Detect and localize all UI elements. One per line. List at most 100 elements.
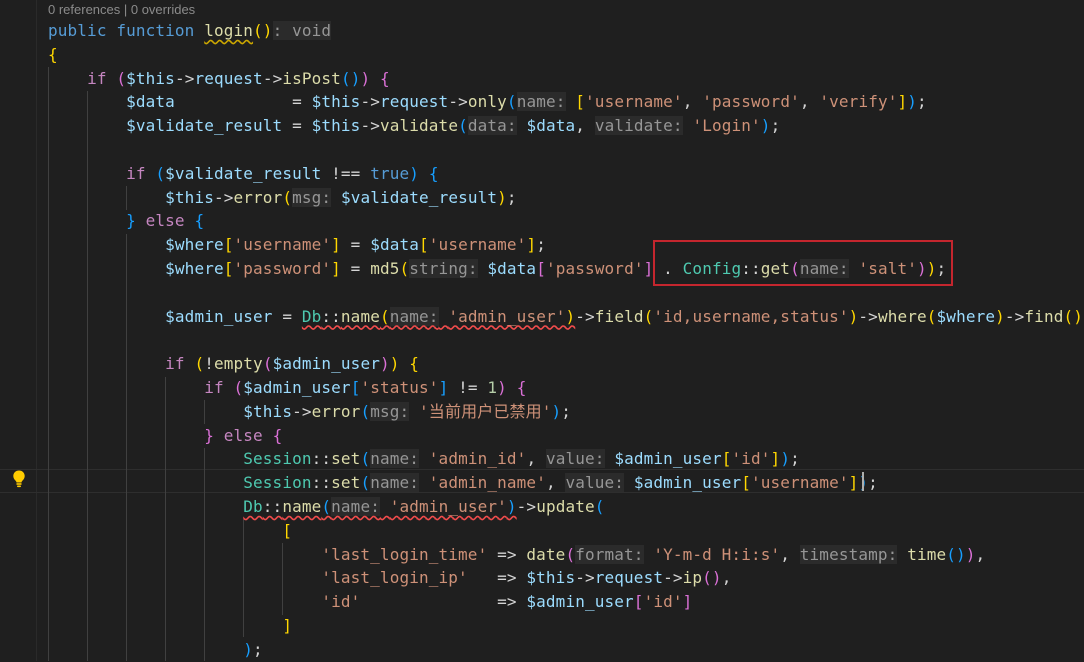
code-line[interactable]: if ($this->request->isPost()) { xyxy=(48,67,390,91)
code-token: ] xyxy=(848,473,859,493)
code-line[interactable]: 'last_login_ip' => $this->request->ip(), xyxy=(48,566,731,590)
code-token: -> xyxy=(575,568,595,588)
code-token: if xyxy=(87,68,117,88)
code-token: ) xyxy=(995,306,1005,326)
code-token: $validate_result xyxy=(340,187,498,207)
code-line[interactable]: ); xyxy=(48,638,263,662)
code-token: ) xyxy=(780,449,791,469)
code-token: error xyxy=(311,401,361,421)
code-token: request xyxy=(194,68,263,88)
lightbulb-icon[interactable] xyxy=(11,469,27,489)
code-line[interactable]: } else { xyxy=(48,424,282,448)
code-line[interactable]: if ($admin_user['status'] != 1) { xyxy=(48,376,526,400)
code-token: $data xyxy=(487,259,537,278)
code-token: ip xyxy=(682,568,703,588)
code-token: ! xyxy=(204,354,214,374)
code-line[interactable]: $where['username'] = $data['username']; xyxy=(48,233,546,257)
code-token: $validate_result xyxy=(126,116,283,136)
code-token: ( xyxy=(399,259,410,278)
code-token: date xyxy=(526,544,566,564)
code-line[interactable]: 'last_login_time' => date(format: 'Y-m-d… xyxy=(48,543,985,567)
code-token: ( xyxy=(360,401,371,421)
code-token: ; xyxy=(536,235,546,255)
code-line[interactable]: [ xyxy=(48,519,292,543)
code-token: => xyxy=(487,544,527,564)
code-line[interactable]: $this->error(msg: $validate_result); xyxy=(48,186,517,210)
code-token: ; xyxy=(253,639,263,659)
code-token: ] xyxy=(682,592,693,612)
code-token: 'username' xyxy=(428,235,527,255)
code-token: = xyxy=(340,259,371,278)
code-token: $admin_user xyxy=(614,449,722,469)
code-token: 'Login' xyxy=(692,116,761,136)
code-token: 'verify' xyxy=(819,92,898,112)
code-token: ( xyxy=(643,306,654,326)
code-token: ( xyxy=(565,544,576,564)
code-token: 1 xyxy=(487,378,498,397)
code-line[interactable]: $admin_user = Db::name(name: 'admin_user… xyxy=(48,305,1084,329)
code-line[interactable]: $validate_result = $this->validate(data:… xyxy=(48,114,780,138)
code-token: public xyxy=(48,21,117,40)
code-token: ] xyxy=(331,259,341,278)
code-token: ] xyxy=(770,449,781,469)
code-token: 'admin_user' xyxy=(448,306,566,326)
code-line[interactable]: $this->error(msg: '当前用户已禁用'); xyxy=(48,400,571,424)
code-line[interactable]: { xyxy=(48,43,58,67)
code-token: else xyxy=(223,425,273,445)
code-token: $this xyxy=(243,401,293,421)
code-token: , xyxy=(682,92,703,112)
code-line[interactable]: Db::name(name: 'admin_user')->update( xyxy=(48,495,605,519)
code-token: Db xyxy=(243,497,263,516)
code-token: 'admin_user' xyxy=(389,497,507,516)
code-line[interactable]: Session::set(name: 'admin_id', value: $a… xyxy=(48,447,800,471)
code-token: if xyxy=(165,354,195,374)
code-line[interactable]: $data = $this->request->only(name: ['use… xyxy=(48,90,927,114)
code-token: $this xyxy=(311,92,361,112)
code-token: -> xyxy=(262,68,283,88)
code-line[interactable]: public function login(): void xyxy=(48,19,332,43)
code-token: true xyxy=(370,163,410,183)
code-line[interactable]: if ($validate_result !== true) { xyxy=(48,162,439,186)
code-line[interactable]: 'id' => $admin_user['id'] xyxy=(48,590,692,614)
code-token: , xyxy=(799,92,820,112)
code-token: [ xyxy=(223,259,234,278)
code-token: => xyxy=(467,568,527,588)
code-token: = xyxy=(282,116,312,136)
code-token: 'password' xyxy=(545,259,644,278)
code-token: [ xyxy=(633,592,644,612)
code-token: else xyxy=(145,211,195,231)
code-token: ( xyxy=(233,378,244,397)
code-line[interactable]: ] xyxy=(48,614,292,638)
code-token: ( xyxy=(262,354,273,374)
code-line[interactable]: } else { xyxy=(48,209,204,233)
code-token: ; xyxy=(868,473,878,493)
code-token: $data xyxy=(126,92,175,112)
code-line[interactable]: Session::set(name: 'admin_name', value: … xyxy=(48,471,878,495)
code-token: isPost xyxy=(282,68,341,88)
code-token: $admin_user xyxy=(633,473,742,493)
inlay-hint: value: xyxy=(545,449,605,469)
code-editor[interactable]: 0 references | 0 overrides public functi… xyxy=(0,0,1084,661)
code-token: [ xyxy=(575,92,586,112)
code-token: } xyxy=(204,425,214,445)
code-token: { xyxy=(380,68,390,88)
code-token: ) xyxy=(965,544,976,564)
code-token: ) xyxy=(565,306,576,326)
code-token: [ xyxy=(741,473,751,493)
code-token: ) xyxy=(497,378,507,397)
codelens-references[interactable]: 0 references | 0 overrides xyxy=(48,0,195,20)
inlay-hint: value: xyxy=(565,473,625,493)
code-token: ; xyxy=(917,92,927,112)
inlay-hint: name: xyxy=(389,306,439,326)
code-token: ( xyxy=(155,163,166,183)
code-line[interactable]: if (!empty($admin_user)) { xyxy=(48,352,419,376)
